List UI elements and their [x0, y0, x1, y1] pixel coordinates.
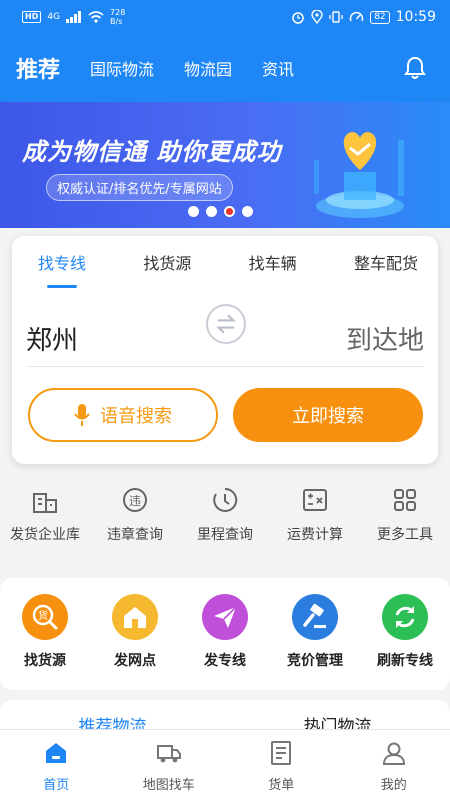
banner-dot-4[interactable] — [242, 206, 253, 217]
feature-label: 刷新专线 — [377, 653, 433, 669]
nav-tab-news[interactable]: 资讯 — [262, 56, 294, 80]
battery-level: 82 — [370, 10, 390, 24]
tool-label: 违章查询 — [107, 527, 163, 543]
nav-tab-international[interactable]: 国际物流 — [90, 56, 154, 80]
tabbar-orders[interactable]: 货单 — [225, 730, 338, 800]
tool-label: 更多工具 — [377, 527, 433, 543]
signal-icon — [66, 11, 82, 23]
clock: 10:59 — [395, 9, 436, 25]
handshake-illustration-icon — [314, 132, 404, 218]
speedometer-icon — [349, 11, 364, 22]
tool-label: 发货企业库 — [10, 527, 80, 543]
destination-city[interactable]: 到达地 — [346, 320, 424, 357]
tool-label: 里程查询 — [197, 527, 253, 543]
violation-icon: 违 — [123, 488, 147, 512]
refresh-icon — [382, 594, 428, 640]
status-bar: HD 4G 728 B/s 82 10:59 — [0, 0, 450, 34]
tabbar-label: 首页 — [43, 778, 70, 793]
grid-icon — [394, 489, 416, 511]
tool-mileage-query[interactable]: 里程查询 — [180, 480, 270, 560]
tool-company-library[interactable]: 发货企业库 — [0, 480, 90, 560]
tabbar-label: 货单 — [268, 778, 295, 793]
tab-full-truck[interactable]: 整车配货 — [354, 250, 418, 288]
tabbar-map-truck[interactable]: 地图找车 — [113, 730, 226, 800]
wifi-icon — [88, 11, 104, 23]
send-icon — [202, 594, 248, 640]
location-icon — [311, 10, 323, 24]
truck-icon — [156, 745, 181, 763]
feature-bid-management[interactable]: 竞价管理 — [270, 594, 360, 690]
tool-more[interactable]: 更多工具 — [360, 480, 450, 560]
banner-subtitle: 权威认证/排名优先/专属网站 — [46, 174, 233, 201]
feature-send-outlet[interactable]: 发网点 — [90, 594, 180, 690]
tab-find-vehicle[interactable]: 找车辆 — [249, 250, 297, 288]
nav-tab-logistics-park[interactable]: 物流园 — [184, 56, 232, 80]
search-now-button[interactable]: 立即搜索 — [233, 388, 423, 442]
feature-label: 发网点 — [114, 653, 156, 669]
svg-text:违: 违 — [129, 494, 141, 508]
feature-card: 货 找货源 发网点 发专线 竞价管理 刷新专线 — [0, 578, 450, 690]
alarm-icon — [292, 12, 304, 24]
promo-banner[interactable]: 成为物信通 助你更成功 权威认证/排名优先/专属网站 — [0, 102, 450, 228]
banner-dot-2[interactable] — [206, 206, 217, 217]
tool-freight-calc[interactable]: 运费计算 — [270, 480, 360, 560]
feature-find-goods[interactable]: 货 找货源 — [0, 594, 90, 690]
user-icon — [382, 742, 405, 765]
search-card: 找专线 找货源 找车辆 整车配货 郑州 到达地 语音搜索 立即搜索 — [12, 236, 438, 464]
tab-find-goods[interactable]: 找货源 — [143, 250, 191, 288]
network-speed: 728 B/s — [110, 8, 126, 26]
nav-title-recommend[interactable]: 推荐 — [16, 52, 60, 84]
bottom-tab-bar: 首页 地图找车 货单 我的 — [0, 729, 450, 800]
tool-violation-query[interactable]: 违 违章查询 — [90, 480, 180, 560]
tool-label: 运费计算 — [287, 527, 343, 543]
search-now-label: 立即搜索 — [292, 406, 364, 427]
banner-dot-3[interactable] — [224, 206, 235, 217]
feature-send-line[interactable]: 发专线 — [180, 594, 270, 690]
document-icon — [271, 741, 292, 765]
voice-search-button[interactable]: 语音搜索 — [28, 388, 218, 442]
microphone-icon — [74, 404, 90, 426]
tabbar-label: 我的 — [380, 778, 407, 793]
company-icon — [33, 493, 57, 513]
feature-label: 找货源 — [24, 653, 66, 669]
find-goods-icon: 货 — [22, 594, 68, 640]
swap-icon[interactable] — [206, 304, 246, 344]
feature-refresh-line[interactable]: 刷新专线 — [360, 594, 450, 690]
calculator-icon — [303, 489, 327, 511]
tabbar-mine[interactable]: 我的 — [338, 730, 450, 800]
voice-search-label: 语音搜索 — [100, 406, 172, 427]
banner-dot-1[interactable] — [188, 206, 199, 217]
network-type: HD — [22, 11, 42, 23]
mileage-icon — [213, 487, 238, 512]
svg-text:货: 货 — [38, 609, 48, 622]
tools-row: 发货企业库 违 违章查询 里程查询 运费计算 更多工具 — [0, 480, 450, 560]
feature-label: 发专线 — [204, 653, 246, 669]
bell-icon[interactable] — [404, 56, 426, 80]
tab-find-line[interactable]: 找专线 — [38, 250, 86, 288]
origin-city[interactable]: 郑州 — [26, 320, 78, 357]
banner-headline: 成为物信通 助你更成功 — [22, 138, 282, 166]
divider — [26, 366, 424, 367]
banner-pagination[interactable] — [188, 206, 253, 217]
feature-label: 竞价管理 — [287, 653, 343, 669]
tabbar-label: 地图找车 — [142, 778, 195, 793]
tabbar-home[interactable]: 首页 — [0, 730, 113, 800]
search-tabs: 找专线 找货源 找车辆 整车配货 — [12, 236, 438, 288]
house-icon — [112, 594, 158, 640]
top-nav: 推荐 国际物流 物流园 资讯 — [0, 34, 450, 102]
home-icon — [46, 743, 67, 763]
gavel-icon — [292, 594, 338, 640]
vibrate-icon — [329, 11, 343, 23]
signal-type: 4G — [47, 12, 61, 22]
